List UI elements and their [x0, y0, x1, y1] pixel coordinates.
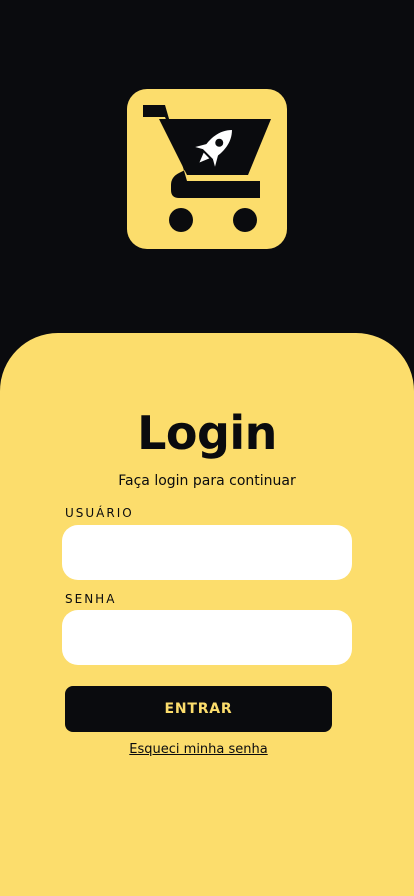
login-screen: Login Faça login para continuar USUÁRIO …	[0, 0, 414, 896]
password-label: SENHA	[65, 592, 117, 606]
forgot-password-link[interactable]: Esqueci minha senha	[65, 742, 332, 758]
shopping-cart-rocket-icon	[143, 105, 271, 232]
enter-button[interactable]: ENTRAR	[65, 686, 332, 732]
username-input[interactable]	[62, 525, 352, 580]
username-label: USUÁRIO	[65, 506, 134, 520]
password-input[interactable]	[62, 610, 352, 665]
page-title: Login	[137, 406, 277, 460]
app-logo	[127, 89, 287, 249]
page-subtitle: Faça login para continuar	[118, 473, 296, 489]
